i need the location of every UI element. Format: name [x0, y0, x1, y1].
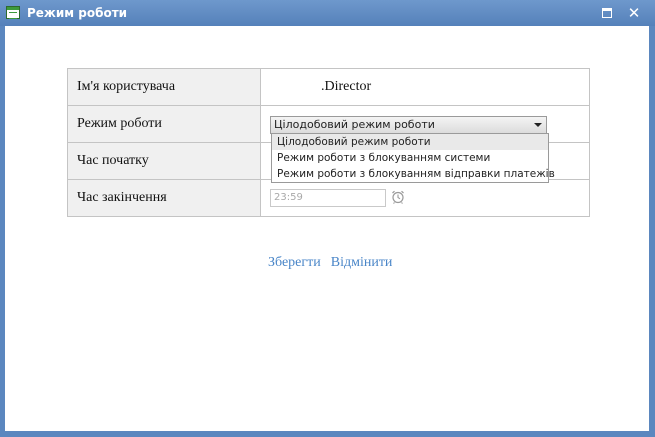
save-link[interactable]: Зберегти — [268, 255, 321, 270]
cancel-link[interactable]: Відмінити — [331, 255, 393, 270]
window-title: Режим роботи — [27, 6, 128, 20]
username-label: Ім'я користувача — [67, 68, 261, 106]
form-row-username: Ім'я користувача .Director — [67, 68, 590, 106]
action-links: Зберегти Відмінити — [268, 255, 392, 271]
mode-dropdown-list: Цілодобовий режим роботи Режим роботи з … — [271, 133, 555, 183]
form-row-end-time: Час закінчення 23:59 — [67, 179, 590, 217]
mode-label: Режим роботи — [67, 105, 261, 143]
mode-option[interactable]: Режим роботи з блокуванням відправки пла… — [272, 166, 555, 182]
mode-select-value: Цілодобовий режим роботи — [274, 118, 435, 131]
dialog-window: Режим роботи ✕ Ім'я користувача .Directo… — [0, 0, 655, 437]
end-time-label: Час закінчення — [67, 179, 261, 217]
close-icon[interactable]: ✕ — [626, 5, 642, 21]
title-bar[interactable]: Режим роботи ✕ — [0, 0, 655, 26]
chevron-down-icon[interactable] — [534, 123, 542, 127]
mode-option[interactable]: Режим роботи з блокуванням системи — [272, 150, 548, 166]
mode-option[interactable]: Цілодобовий режим роботи — [272, 134, 548, 150]
start-time-label: Час початку — [67, 142, 261, 180]
form-window-icon — [6, 6, 20, 19]
alarm-clock-icon[interactable] — [391, 190, 405, 204]
end-time-input[interactable]: 23:59 — [270, 189, 386, 207]
dialog-content: Ім'я користувача .Director Режим роботи … — [5, 26, 649, 431]
mode-select[interactable]: Цілодобовий режим роботи — [270, 116, 547, 134]
username-value: .Director — [321, 79, 372, 94]
maximize-icon[interactable] — [599, 5, 615, 21]
